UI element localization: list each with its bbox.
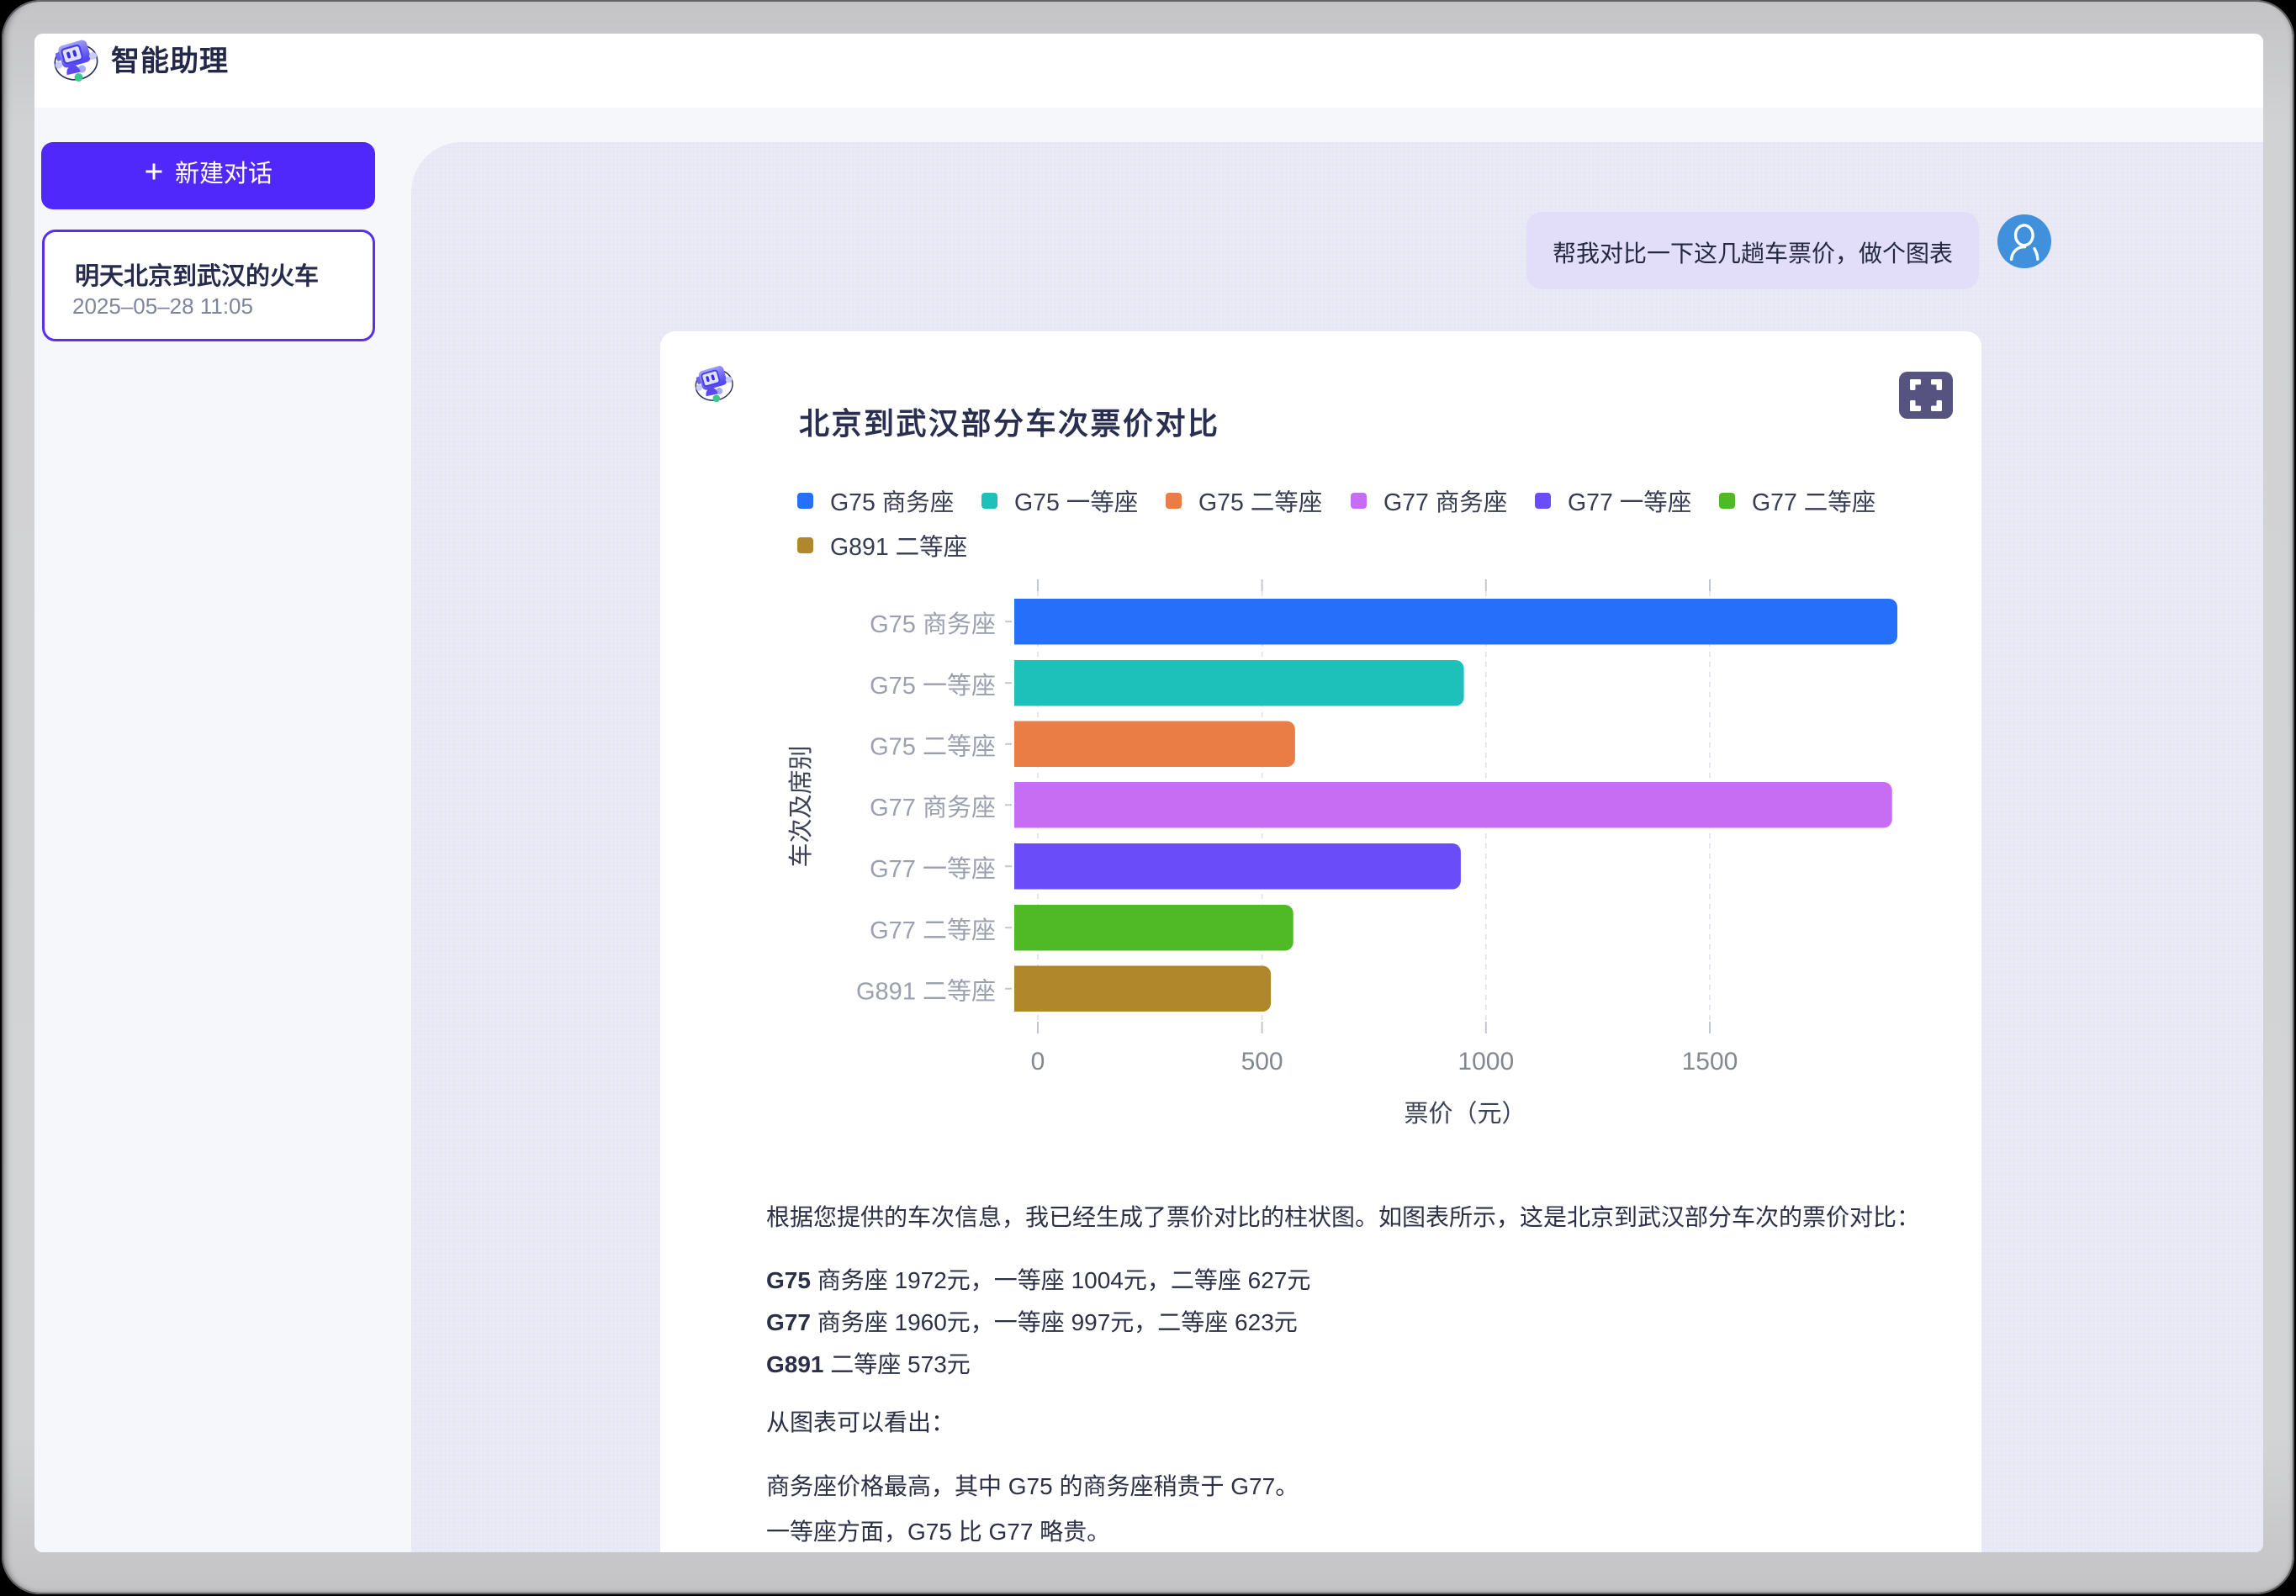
svg-text:G77 一等座: G77 一等座 <box>870 855 996 883</box>
svg-text:车次及席别: 车次及席别 <box>787 745 815 867</box>
svg-text:票价（元）: 票价（元） <box>1404 1101 1526 1128</box>
svg-text:1000: 1000 <box>1457 1048 1514 1075</box>
svg-text:0: 0 <box>1031 1048 1045 1075</box>
svg-text:G75 商务座: G75 商务座 <box>870 610 996 638</box>
svg-text:G75 二等座: G75 二等座 <box>870 733 996 761</box>
svg-text:500: 500 <box>1241 1048 1283 1075</box>
svg-text:G75 一等座: G75 一等座 <box>870 672 996 700</box>
svg-text:G891 二等座: G891 二等座 <box>856 978 996 1006</box>
svg-text:G77 商务座: G77 商务座 <box>870 794 996 822</box>
svg-text:G77 二等座: G77 二等座 <box>870 917 996 944</box>
svg-text:1500: 1500 <box>1682 1048 1738 1075</box>
